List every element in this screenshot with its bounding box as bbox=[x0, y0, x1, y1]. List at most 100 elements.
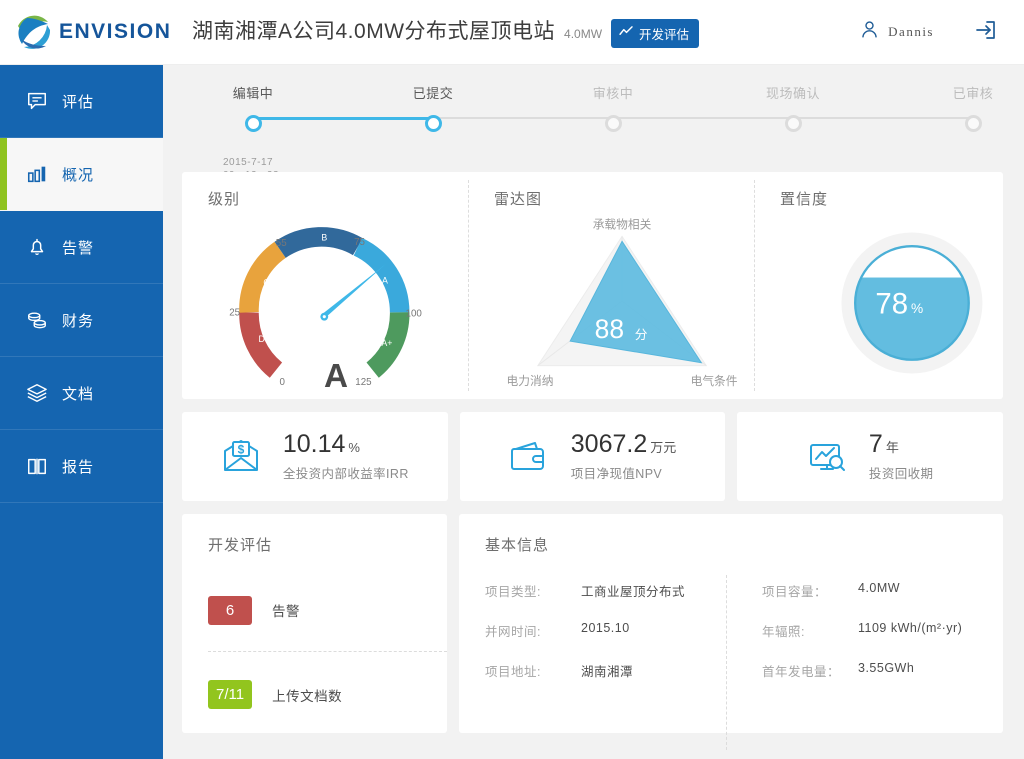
gauge-needle bbox=[320, 263, 386, 321]
gauge-tick-0: 0 bbox=[279, 377, 285, 388]
app-root: ENVISION 湖南湘潭A公司4.0MW分布式屋顶电站 4.0MW 开发评估 bbox=[0, 0, 1024, 759]
gauge-tick-75: 75 bbox=[354, 237, 365, 248]
radar-title: 雷达图 bbox=[494, 191, 543, 208]
charts-panel: 级别 D C B A A+ 0 25 55 75 100 125 A 雷达图 8… bbox=[182, 172, 1003, 399]
logout-button[interactable] bbox=[974, 18, 998, 47]
status-badge: 7/11 bbox=[208, 680, 253, 709]
step-label: 审核中 bbox=[592, 86, 634, 101]
sidebar-item-label: 告警 bbox=[62, 239, 95, 257]
step-dot bbox=[424, 115, 442, 132]
sidebar-item-overview[interactable]: 概况 bbox=[0, 138, 163, 211]
sidebar-item-label: 概况 bbox=[62, 166, 95, 184]
kpi-number: 7 bbox=[868, 429, 883, 458]
user-menu[interactable]: Dannis bbox=[859, 19, 934, 45]
sidebar-item-finance[interactable]: 财务 bbox=[0, 284, 163, 357]
kpi-label: 投资回收期 bbox=[868, 467, 934, 482]
kpi-card-npv: 3067.2 万元 项目净现值NPV bbox=[459, 412, 726, 501]
info-value: 1109 kWh/(m²·yr) bbox=[858, 621, 963, 635]
bottom-row: 开发评估 6 告警 7/11 上传文档数 基本信息 项目类型: 工商业屋顶分布式… bbox=[182, 514, 1003, 750]
money-envelope-icon: $ bbox=[221, 437, 261, 477]
step-dot bbox=[784, 115, 802, 132]
info-value: 湖南湘潭 bbox=[581, 665, 634, 679]
step-site-confirm[interactable]: 现场确认 bbox=[733, 83, 853, 132]
sidebar: 评估 概况 告警 财务 文档 报告 bbox=[0, 65, 163, 759]
info-key: 项目类型: bbox=[485, 585, 541, 599]
brand-logo[interactable]: ENVISION bbox=[0, 12, 170, 52]
status-badge: 6 bbox=[208, 595, 252, 625]
step-submitted[interactable]: 已提交 bbox=[373, 83, 493, 132]
info-value: 2015.10 bbox=[581, 621, 630, 635]
step-dot bbox=[964, 115, 982, 132]
step-label: 已审核 bbox=[952, 86, 994, 101]
info-key: 项目容量： bbox=[762, 585, 828, 599]
step-dot bbox=[604, 115, 622, 132]
brand-name: ENVISION bbox=[59, 20, 172, 43]
sidebar-item-report[interactable]: 报告 bbox=[0, 430, 163, 503]
book-icon bbox=[26, 455, 48, 477]
gauge-band-b: B bbox=[321, 232, 327, 242]
step-editing[interactable]: 编辑中 bbox=[193, 83, 313, 132]
radar-axis-label-top: 承载物相关 bbox=[593, 218, 652, 232]
step-label: 已提交 bbox=[412, 86, 454, 101]
basic-info-card: 基本信息 项目类型: 工商业屋顶分布式 并网时间: 2015.10 项目地址: bbox=[459, 514, 1003, 750]
step-reviewing[interactable]: 审核中 bbox=[553, 83, 673, 132]
sidebar-item-assessment[interactable]: 评估 bbox=[0, 65, 163, 138]
dev-eval-row-alarm[interactable]: 6 告警 bbox=[208, 581, 447, 639]
radar-score-unit: 分 bbox=[635, 327, 648, 342]
radar-chart: 88 分 承载物相关 电气条件 电力消纳 bbox=[494, 209, 754, 395]
development-evaluation-card: 开发评估 6 告警 7/11 上传文档数 bbox=[182, 514, 447, 733]
page-title: 湖南湘潭A公司4.0MW分布式屋顶电站 bbox=[192, 20, 556, 44]
basic-info-column-right: 项目容量： 4.0MW 年辐照: 1109 kWh/(m²·yr) 首年发电量：… bbox=[726, 575, 1003, 750]
kpi-value: 7年 bbox=[869, 430, 899, 458]
gauge-value-label: A bbox=[324, 358, 348, 395]
gauge-chart: D C B A A+ 0 25 55 75 100 125 A bbox=[208, 209, 468, 395]
kpi-value: 10.14% bbox=[283, 430, 360, 458]
step-dot bbox=[244, 115, 262, 132]
liquid-fill-svg: 78 % bbox=[841, 232, 983, 374]
svg-text:$: $ bbox=[238, 442, 245, 456]
radar-axis-label-left: 电力消纳 bbox=[507, 374, 554, 388]
gauge-title: 级别 bbox=[208, 191, 241, 208]
kpi-label: 项目净现值NPV bbox=[570, 467, 663, 482]
dev-eval-row-documents[interactable]: 7/11 上传文档数 bbox=[208, 651, 447, 723]
confidence-title: 置信度 bbox=[780, 191, 829, 208]
trend-line-icon bbox=[619, 26, 634, 40]
info-row-grid-time: 并网时间: 2015.10 bbox=[485, 621, 726, 661]
gauge-card: 级别 D C B A A+ 0 25 55 75 100 125 A bbox=[182, 172, 468, 399]
step-label: 现场确认 bbox=[765, 86, 820, 101]
project-capacity: 4.0MW bbox=[564, 27, 603, 42]
phase-badge[interactable]: 开发评估 bbox=[611, 18, 700, 48]
step-label: 编辑中 bbox=[232, 86, 274, 101]
dev-eval-title: 开发评估 bbox=[208, 537, 273, 554]
info-row-first-year-output: 首年发电量： 3.55GWh bbox=[762, 661, 1003, 701]
kpi-value: 3067.2 万元 bbox=[571, 430, 676, 458]
gauge-svg: D C B A A+ 0 25 55 75 100 125 A bbox=[229, 227, 422, 395]
step-approved[interactable]: 已审核 bbox=[913, 83, 1024, 132]
step-timestamp-date: 2015-7-17 bbox=[223, 157, 274, 168]
info-row-project-type: 项目类型: 工商业屋顶分布式 bbox=[485, 581, 726, 621]
info-key: 首年发电量： bbox=[762, 665, 841, 679]
confidence-value: 78 bbox=[875, 288, 908, 321]
basic-info-title: 基本信息 bbox=[485, 537, 550, 554]
info-key: 并网时间: bbox=[485, 625, 541, 639]
project-title-block: 湖南湘潭A公司4.0MW分布式屋顶电站 4.0MW 开发评估 bbox=[192, 15, 700, 49]
sidebar-item-label: 文档 bbox=[62, 385, 95, 403]
sidebar-item-alarm[interactable]: 告警 bbox=[0, 211, 163, 284]
gauge-band-aplus: A+ bbox=[381, 338, 392, 348]
kpi-card-payback: 7年 投资回收期 bbox=[737, 412, 1004, 501]
info-value: 3.55GWh bbox=[858, 661, 915, 675]
radar-svg: 88 分 承载物相关 电气条件 电力消纳 bbox=[507, 218, 738, 389]
gauge-tick-55: 55 bbox=[276, 238, 287, 249]
chart-search-icon bbox=[807, 437, 847, 477]
bar-chart-icon bbox=[26, 163, 48, 185]
gauge-tick-25: 25 bbox=[229, 308, 240, 319]
confidence-unit: % bbox=[911, 301, 923, 316]
sidebar-item-documents[interactable]: 文档 bbox=[0, 357, 163, 430]
coins-icon bbox=[26, 309, 48, 331]
confidence-chart: 78 % bbox=[780, 209, 1024, 395]
envision-swoosh-logo-icon bbox=[14, 12, 54, 52]
dev-eval-row-label: 告警 bbox=[272, 604, 300, 619]
kpi-unit: 万元 bbox=[650, 439, 677, 455]
radar-score-value: 88 bbox=[595, 314, 624, 344]
kpi-number: 3067.2 bbox=[570, 429, 648, 458]
